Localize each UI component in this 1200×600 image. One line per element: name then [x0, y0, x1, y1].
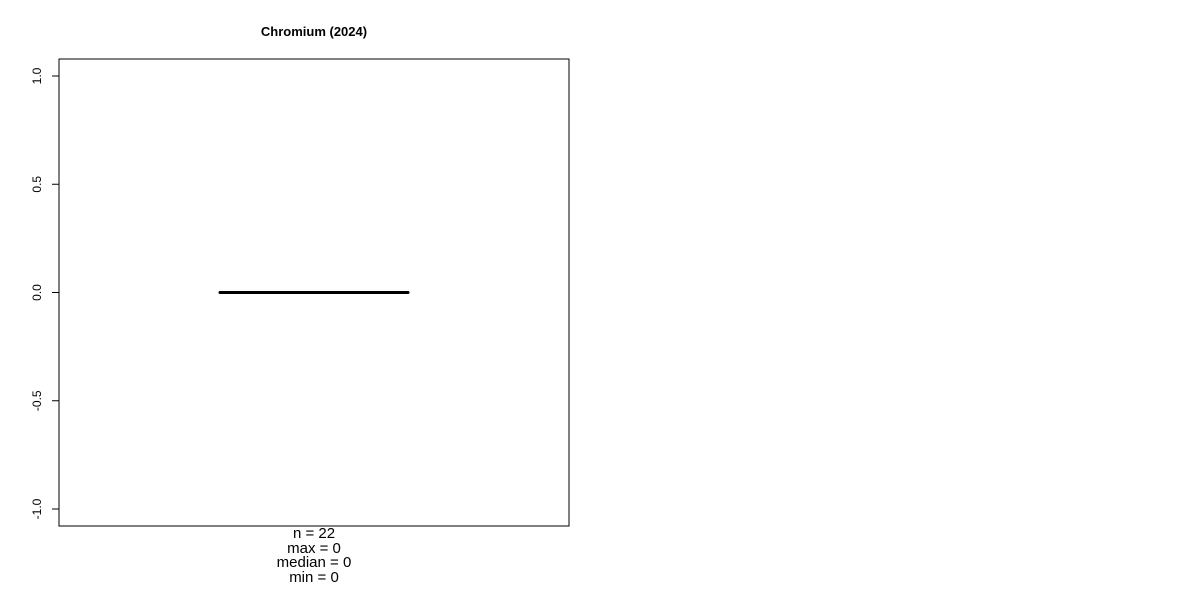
summary-stats: n = 22 max = 0 median = 0 min = 0: [277, 525, 352, 586]
chart-title: Chromium (2024): [261, 24, 367, 39]
y-tick-label: -0.5: [30, 390, 44, 411]
chart: Chromium (2024) -1.0 -0.5 0.0 0.5 1.0 n = 22…: [30, 24, 570, 586]
y-axis: -1.0 -0.5 0.0 0.5 1.0: [30, 67, 60, 519]
y-tick-label: 1.0: [30, 67, 44, 84]
y-tick-label: 0.5: [30, 176, 44, 193]
y-tick-label: 0.0: [30, 284, 44, 301]
y-tick-label: -1.0: [30, 498, 44, 519]
stat-min: min = 0: [289, 569, 339, 586]
